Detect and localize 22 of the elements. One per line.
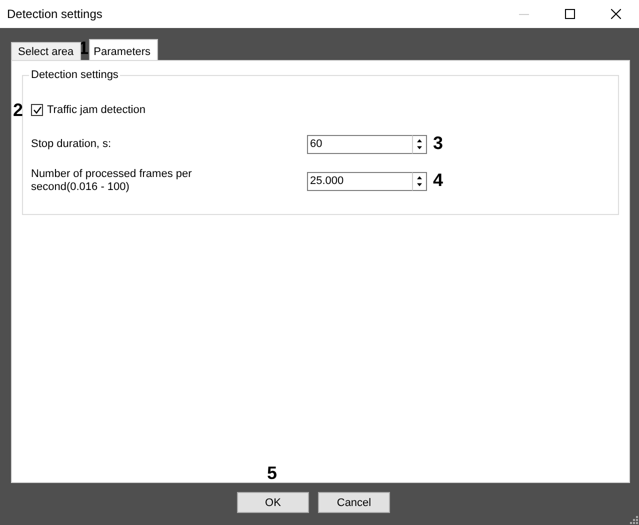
check-icon	[32, 106, 42, 114]
dialog-button[interactable]: OK	[237, 492, 309, 513]
window-title: Detection settings	[7, 7, 104, 21]
checkbox[interactable]	[31, 104, 43, 116]
resize-grip-icon[interactable]	[630, 516, 638, 524]
callout-number: 3	[432, 134, 443, 152]
field-label: Number of processed frames per second(0.016 - 100)	[31, 168, 193, 194]
callout-number: 5	[267, 464, 278, 482]
spin-buttons[interactable]	[412, 134, 427, 154]
number-field[interactable]: 25.000	[307, 172, 412, 190]
group-title: Detection settings	[29, 69, 120, 81]
spin-buttons[interactable]	[412, 172, 427, 190]
maximize-icon	[565, 9, 575, 19]
callout-number: 4	[432, 170, 443, 188]
tab[interactable]: Select area	[11, 42, 81, 60]
callout-number: 2	[13, 101, 24, 119]
close-icon	[611, 9, 621, 19]
tab[interactable]: Parameters	[88, 39, 158, 60]
checkbox-label: Traffic jam detection	[47, 104, 146, 116]
dialog-button[interactable]: Cancel	[318, 492, 390, 513]
number-field[interactable]: 60	[307, 134, 412, 154]
field-label: Stop duration, s:	[31, 138, 112, 150]
